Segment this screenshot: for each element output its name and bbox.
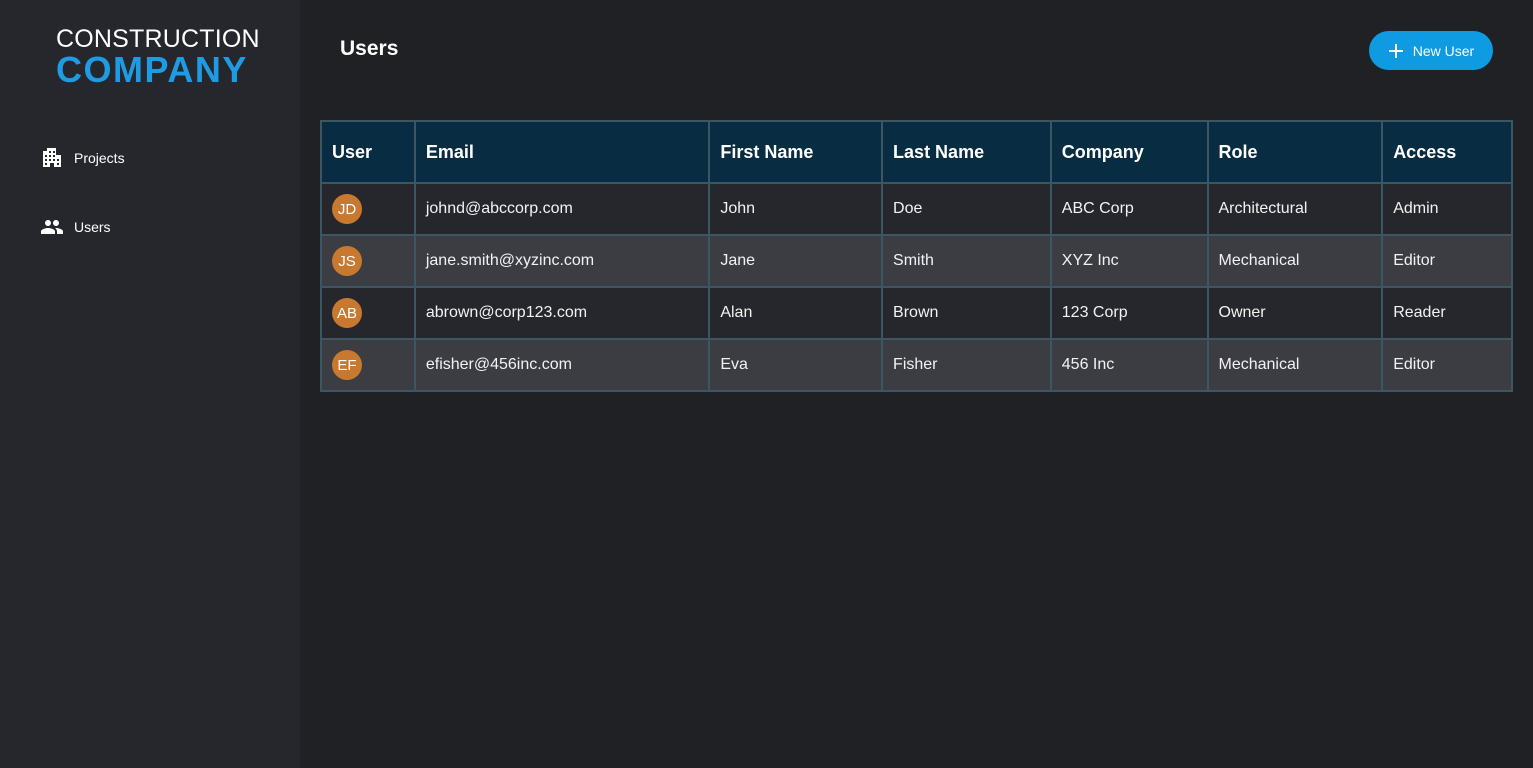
logo-line2: COMPANY (56, 49, 248, 90)
sidebar-item-label: Projects (74, 150, 125, 166)
user-cell: AB (320, 286, 416, 340)
role-cell: Architectural (1206, 182, 1384, 236)
sidebar-item-projects[interactable]: Projects (40, 144, 125, 172)
company-logo[interactable]: CONSTRUCTION COMPANY (56, 26, 260, 90)
sidebar-item-users[interactable]: Users (40, 213, 111, 241)
avatar: EF (332, 350, 362, 380)
table-row[interactable]: AB abrown@corp123.com Alan Brown 123 Cor… (320, 286, 1513, 340)
company-cell: ABC Corp (1049, 182, 1209, 236)
email-cell: johnd@abccorp.com (413, 182, 711, 236)
new-user-label: New User (1412, 42, 1475, 59)
first-name-cell: John (708, 182, 884, 236)
building-icon (40, 146, 64, 170)
avatar: JD (332, 194, 362, 224)
access-cell: Editor (1381, 234, 1513, 288)
main-content: Users New User User Email First Name Las… (300, 0, 1533, 768)
table-header-row: User Email First Name Last Name Company … (320, 120, 1513, 184)
plus-icon (1388, 43, 1404, 59)
access-cell: Reader (1381, 286, 1513, 340)
user-cell: EF (320, 338, 416, 392)
table-row[interactable]: JS jane.smith@xyzinc.com Jane Smith XYZ … (320, 234, 1513, 288)
users-table-container: User Email First Name Last Name Company … (320, 120, 1513, 392)
first-name-cell: Eva (708, 338, 884, 392)
table-row[interactable]: JD johnd@abccorp.com John Doe ABC Corp A… (320, 182, 1513, 236)
company-cell: 123 Corp (1049, 286, 1209, 340)
role-cell: Owner (1206, 286, 1384, 340)
access-cell: Admin (1381, 182, 1513, 236)
last-name-cell: Doe (881, 182, 1052, 236)
column-header-company[interactable]: Company (1049, 120, 1209, 184)
user-cell: JD (320, 182, 416, 236)
email-cell: abrown@corp123.com (413, 286, 711, 340)
app: CONSTRUCTION COMPANY Projects Users User… (0, 0, 1533, 768)
table-row[interactable]: EF efisher@456inc.com Eva Fisher 456 Inc… (320, 338, 1513, 392)
avatar: JS (332, 246, 362, 276)
company-cell: XYZ Inc (1049, 234, 1209, 288)
column-header-role[interactable]: Role (1206, 120, 1384, 184)
email-cell: efisher@456inc.com (413, 338, 711, 392)
last-name-cell: Fisher (881, 338, 1052, 392)
role-cell: Mechanical (1206, 234, 1384, 288)
first-name-cell: Alan (708, 286, 884, 340)
access-cell: Editor (1381, 338, 1513, 392)
sidebar: CONSTRUCTION COMPANY Projects Users (0, 0, 300, 768)
column-header-first-name[interactable]: First Name (708, 120, 884, 184)
role-cell: Mechanical (1206, 338, 1384, 392)
column-header-email[interactable]: Email (413, 120, 711, 184)
column-header-last-name[interactable]: Last Name (881, 120, 1052, 184)
first-name-cell: Jane (708, 234, 884, 288)
new-user-button[interactable]: New User (1369, 31, 1493, 70)
user-cell: JS (320, 234, 416, 288)
sidebar-item-label: Users (74, 219, 111, 235)
email-cell: jane.smith@xyzinc.com (413, 234, 711, 288)
avatar: AB (332, 298, 362, 328)
users-icon (40, 215, 64, 239)
column-header-user[interactable]: User (320, 120, 416, 184)
page-title: Users (340, 37, 399, 60)
company-cell: 456 Inc (1049, 338, 1209, 392)
column-header-access[interactable]: Access (1381, 120, 1513, 184)
last-name-cell: Smith (881, 234, 1052, 288)
last-name-cell: Brown (881, 286, 1052, 340)
users-table: User Email First Name Last Name Company … (320, 120, 1513, 392)
